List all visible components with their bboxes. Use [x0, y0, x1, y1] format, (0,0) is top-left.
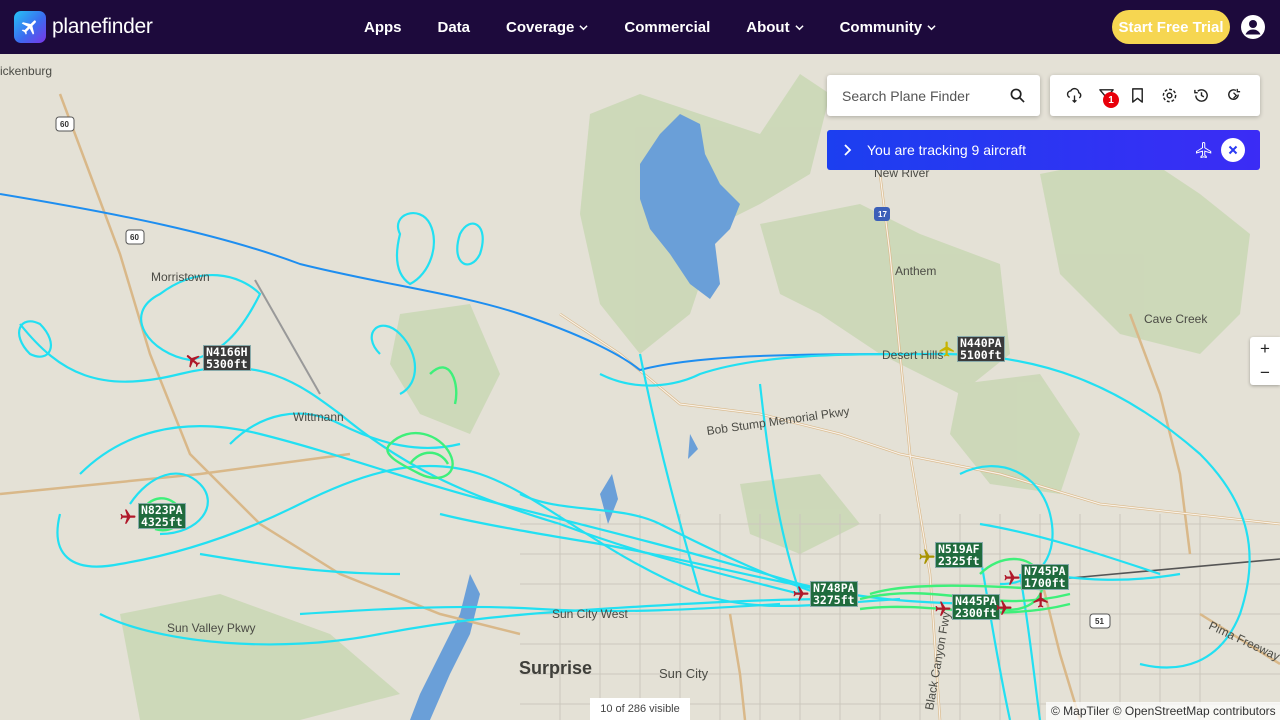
chevron-down-icon — [794, 24, 804, 30]
user-account-icon[interactable] — [1241, 15, 1265, 39]
main-nav: Apps Data Coverage Commercial About Comm… — [364, 0, 972, 54]
nav-coverage[interactable]: Coverage — [506, 19, 588, 36]
aircraft-label-n445pa[interactable]: N445PA 2300ft — [952, 594, 1000, 620]
nav-apps[interactable]: Apps — [364, 19, 402, 36]
close-tracking-button[interactable] — [1221, 138, 1245, 162]
zoom-out-button[interactable]: − — [1250, 361, 1280, 385]
nav-data-label: Data — [437, 18, 471, 36]
plane-logo-icon — [14, 11, 46, 43]
aircraft-icon[interactable] — [1032, 591, 1050, 609]
history-icon[interactable] — [1193, 87, 1210, 104]
place-label: Surprise — [519, 658, 593, 678]
place-label: Cave Creek — [1144, 312, 1208, 326]
road-label: Sun Valley Pkwy — [167, 621, 256, 635]
search-icon[interactable] — [1010, 88, 1025, 103]
altitude: 5300ft — [206, 357, 248, 371]
nav-commercial[interactable]: Commercial — [624, 19, 710, 36]
aircraft-label-n745pa[interactable]: N745PA 1700ft — [1021, 564, 1069, 590]
planefinder-logo[interactable]: planefinder — [14, 11, 153, 43]
tracking-banner[interactable]: You are tracking 9 aircraft — [827, 130, 1260, 170]
nav-community-label: Community — [839, 18, 923, 36]
tracking-text: You are tracking 9 aircraft — [867, 142, 1027, 158]
aircraft-icon[interactable] — [184, 351, 202, 369]
altitude: 2300ft — [955, 606, 997, 620]
altitude: 5100ft — [960, 348, 1002, 362]
altitude: 4325ft — [141, 515, 183, 529]
playback-icon[interactable] — [1225, 87, 1242, 104]
aircraft-label-n519af[interactable]: N519AF 2325ft — [935, 542, 983, 568]
nav-commercial-label: Commercial — [624, 18, 711, 36]
place-label: Sun City — [659, 666, 709, 681]
aircraft-label-n823pa[interactable]: N823PA 4325ft — [138, 503, 186, 529]
aircraft-label-n440pa[interactable]: N440PA 5100ft — [957, 336, 1005, 362]
aircraft-label-n748pa[interactable]: N748PA 3275ft — [810, 581, 858, 607]
chevron-down-icon — [927, 24, 936, 30]
aircraft-icon[interactable] — [934, 600, 952, 618]
map-toolbar — [1050, 75, 1260, 116]
top-navigation-bar: planefinder Apps Data Coverage Commercia… — [0, 0, 1280, 54]
route-shield: 51 — [1095, 617, 1104, 626]
zoom-in-button[interactable]: + — [1250, 337, 1280, 361]
place-label: Morristown — [151, 270, 210, 284]
place-label: Desert Hills — [882, 348, 944, 362]
zoom-controls: + − — [1250, 337, 1280, 385]
visible-aircraft-count: 10 of 286 visible — [590, 698, 690, 720]
aircraft-label-n4166h[interactable]: N4166H 5300ft — [203, 345, 251, 371]
chevron-right-icon — [844, 144, 852, 156]
route-shield: 60 — [130, 233, 139, 242]
nav-community[interactable]: Community — [840, 19, 937, 36]
altitude: 1700ft — [1024, 576, 1066, 590]
nav-data[interactable]: Data — [438, 19, 471, 36]
altitude: 2325ft — [938, 554, 980, 568]
settings-icon[interactable] — [1161, 87, 1178, 104]
nav-about-label: About — [746, 18, 790, 36]
plane-icon — [1196, 142, 1212, 159]
filter-count-badge: 1 — [1103, 92, 1119, 108]
chevron-down-icon — [579, 24, 588, 30]
route-shield: 60 — [60, 120, 69, 129]
weather-icon[interactable] — [1066, 87, 1083, 104]
logo-text: planefinder — [52, 15, 153, 38]
place-label: ickenburg — [0, 64, 53, 78]
nav-about[interactable]: About — [746, 18, 804, 36]
nav-coverage-label: Coverage — [506, 18, 575, 36]
close-icon — [1228, 145, 1238, 155]
bookmark-icon[interactable] — [1129, 87, 1146, 104]
search-input[interactable] — [827, 87, 997, 104]
aircraft-icon[interactable] — [1003, 569, 1021, 587]
place-label: Anthem — [895, 264, 937, 278]
nav-apps-label: Apps — [364, 18, 402, 36]
aircraft-icon[interactable] — [995, 599, 1013, 617]
aircraft-icon[interactable] — [918, 548, 936, 566]
place-label: Sun City West — [552, 607, 628, 621]
map-attribution[interactable]: © MapTiler © OpenStreetMap contributors — [1046, 702, 1280, 720]
route-shield: 17 — [878, 210, 887, 219]
aircraft-icon[interactable] — [792, 585, 810, 603]
search-box — [827, 75, 1040, 116]
place-label: Wittmann — [293, 410, 344, 424]
start-free-trial-button[interactable]: Start Free Trial — [1112, 10, 1230, 44]
aircraft-icon[interactable] — [938, 340, 956, 358]
altitude: 3275ft — [813, 593, 855, 607]
aircraft-icon[interactable] — [119, 508, 137, 526]
